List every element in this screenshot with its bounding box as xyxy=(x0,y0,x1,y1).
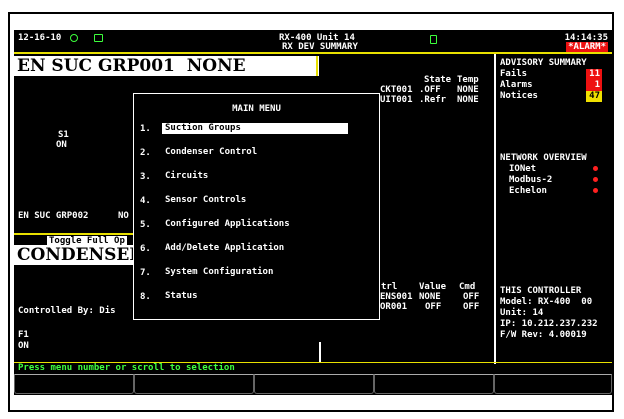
advisory-notices-label[interactable]: Notices xyxy=(500,91,538,101)
controller-title: THIS CONTROLLER xyxy=(500,286,582,296)
controller-fw: F/W Rev: 4.00019 xyxy=(500,330,587,340)
advisory-alarms-count: 1 xyxy=(586,80,602,91)
menu-item-suction-groups[interactable]: Suction Groups xyxy=(162,123,348,134)
advisory-fails-label[interactable]: Fails xyxy=(500,69,527,79)
menu-item-number: 8. xyxy=(140,292,151,302)
lock-icon xyxy=(430,35,437,44)
f1-label: F1 xyxy=(18,330,29,340)
circuit-row-name[interactable]: UIT001 xyxy=(380,95,413,105)
menu-item-number: 4. xyxy=(140,196,151,206)
softkey-f3[interactable] xyxy=(254,374,374,394)
network-modbus[interactable]: Modbus-2 xyxy=(509,175,552,185)
condenser-row-cmd: OFF xyxy=(463,302,480,312)
circuit-row-temp: NONE xyxy=(457,95,479,105)
circuit-row-state: .Refr xyxy=(419,95,447,105)
condenser-row-value: NONE xyxy=(419,292,441,302)
circuit-row-state: .OFF xyxy=(419,85,441,95)
menu-item-number: 5. xyxy=(140,220,151,230)
suction-group-2-state: NO xyxy=(118,211,129,221)
right-column-divider xyxy=(494,54,496,364)
controller-model: Model: RX-400 00 xyxy=(500,297,593,307)
s1-label: S1 xyxy=(58,130,69,140)
status-message: Press menu number or scroll to selection xyxy=(18,363,235,373)
network-ionet[interactable]: IONet xyxy=(509,164,536,174)
softkey-f4[interactable] xyxy=(374,374,494,394)
menu-item-condenser-control[interactable]: Condenser Control xyxy=(162,147,260,158)
controller-ip: IP: 10.212.237.232 xyxy=(500,319,598,329)
advisory-fails-count: 11 xyxy=(586,69,602,80)
condenser-header-ctrl: trl xyxy=(381,282,398,292)
ionet-status-icon xyxy=(593,166,598,171)
status-bar: Press menu number or scroll to selection xyxy=(14,362,612,373)
menu-item-sensor-controls[interactable]: Sensor Controls xyxy=(162,195,249,206)
section-divider xyxy=(14,233,133,235)
softkey-row xyxy=(14,374,612,395)
softkey-f2[interactable] xyxy=(134,374,254,394)
f1-state: ON xyxy=(18,341,29,351)
circuits-header-state: State xyxy=(424,75,452,85)
advisory-title: ADVISORY SUMMARY xyxy=(500,58,587,68)
header-date: 12-16-10 xyxy=(18,33,62,43)
network-status-icon xyxy=(70,34,78,42)
menu-item-number: 3. xyxy=(140,172,151,182)
condenser-row-cmd: OFF xyxy=(463,292,480,302)
menu-item-circuits[interactable]: Circuits xyxy=(162,171,211,182)
echelon-status-icon xyxy=(593,188,598,193)
condenser-header-value: Value xyxy=(419,282,447,292)
s1-state: ON xyxy=(56,140,67,150)
controller-unit: Unit: 14 xyxy=(500,308,544,318)
menu-item-system-configuration[interactable]: System Configuration xyxy=(162,267,276,278)
menu-item-number: 1. xyxy=(140,124,151,134)
condenser-header-cmd: Cmd xyxy=(459,282,476,292)
controlled-by: Controlled By: Dis xyxy=(18,306,116,316)
circuit-row-temp: NONE xyxy=(457,85,479,95)
menu-item-number: 2. xyxy=(140,148,151,158)
condenser-row-name[interactable]: OR001 xyxy=(380,302,407,312)
suction-group-2[interactable]: EN SUC GRP002 xyxy=(18,211,88,221)
header-screen-title: RX DEV SUMMARY xyxy=(282,42,358,52)
main-menu-title: MAIN MENU xyxy=(232,104,281,114)
menu-item-number: 6. xyxy=(140,244,151,254)
header-divider xyxy=(14,52,612,54)
menu-item-number: 7. xyxy=(140,268,151,278)
condenser-title[interactable]: CONDENSERC xyxy=(14,245,157,265)
circuits-header-temp: Temp xyxy=(457,75,479,85)
bottom-divider xyxy=(319,342,321,362)
condenser-row-name[interactable]: ENS001 xyxy=(380,292,413,302)
alarm-indicator[interactable]: *ALARM* xyxy=(566,42,608,52)
advisory-alarms-label[interactable]: Alarms xyxy=(500,80,533,90)
softkey-f1[interactable] xyxy=(14,374,134,394)
network-title: NETWORK OVERVIEW xyxy=(500,153,587,163)
network-echelon[interactable]: Echelon xyxy=(509,186,547,196)
condenser-row-value: OFF xyxy=(425,302,442,312)
main-menu: MAIN MENU 1. Suction Groups 2. Condenser… xyxy=(133,93,380,320)
controller-screen: 12-16-10 RX-400 Unit 14 RX DEV SUMMARY 1… xyxy=(14,30,612,395)
advisory-notices-count: 47 xyxy=(586,91,602,102)
softkey-f5[interactable] xyxy=(494,374,612,394)
menu-item-status[interactable]: Status xyxy=(162,291,201,302)
terminal-icon xyxy=(94,34,103,42)
menu-item-configured-applications[interactable]: Configured Applications xyxy=(162,219,293,230)
suction-group-title[interactable]: EN SUC GRP001 NONE xyxy=(14,56,319,76)
circuit-row-name[interactable]: CKT001 xyxy=(380,85,413,95)
panel-divider xyxy=(316,56,318,76)
menu-item-add-delete-application[interactable]: Add/Delete Application xyxy=(162,243,287,254)
modbus-status-icon xyxy=(593,177,598,182)
